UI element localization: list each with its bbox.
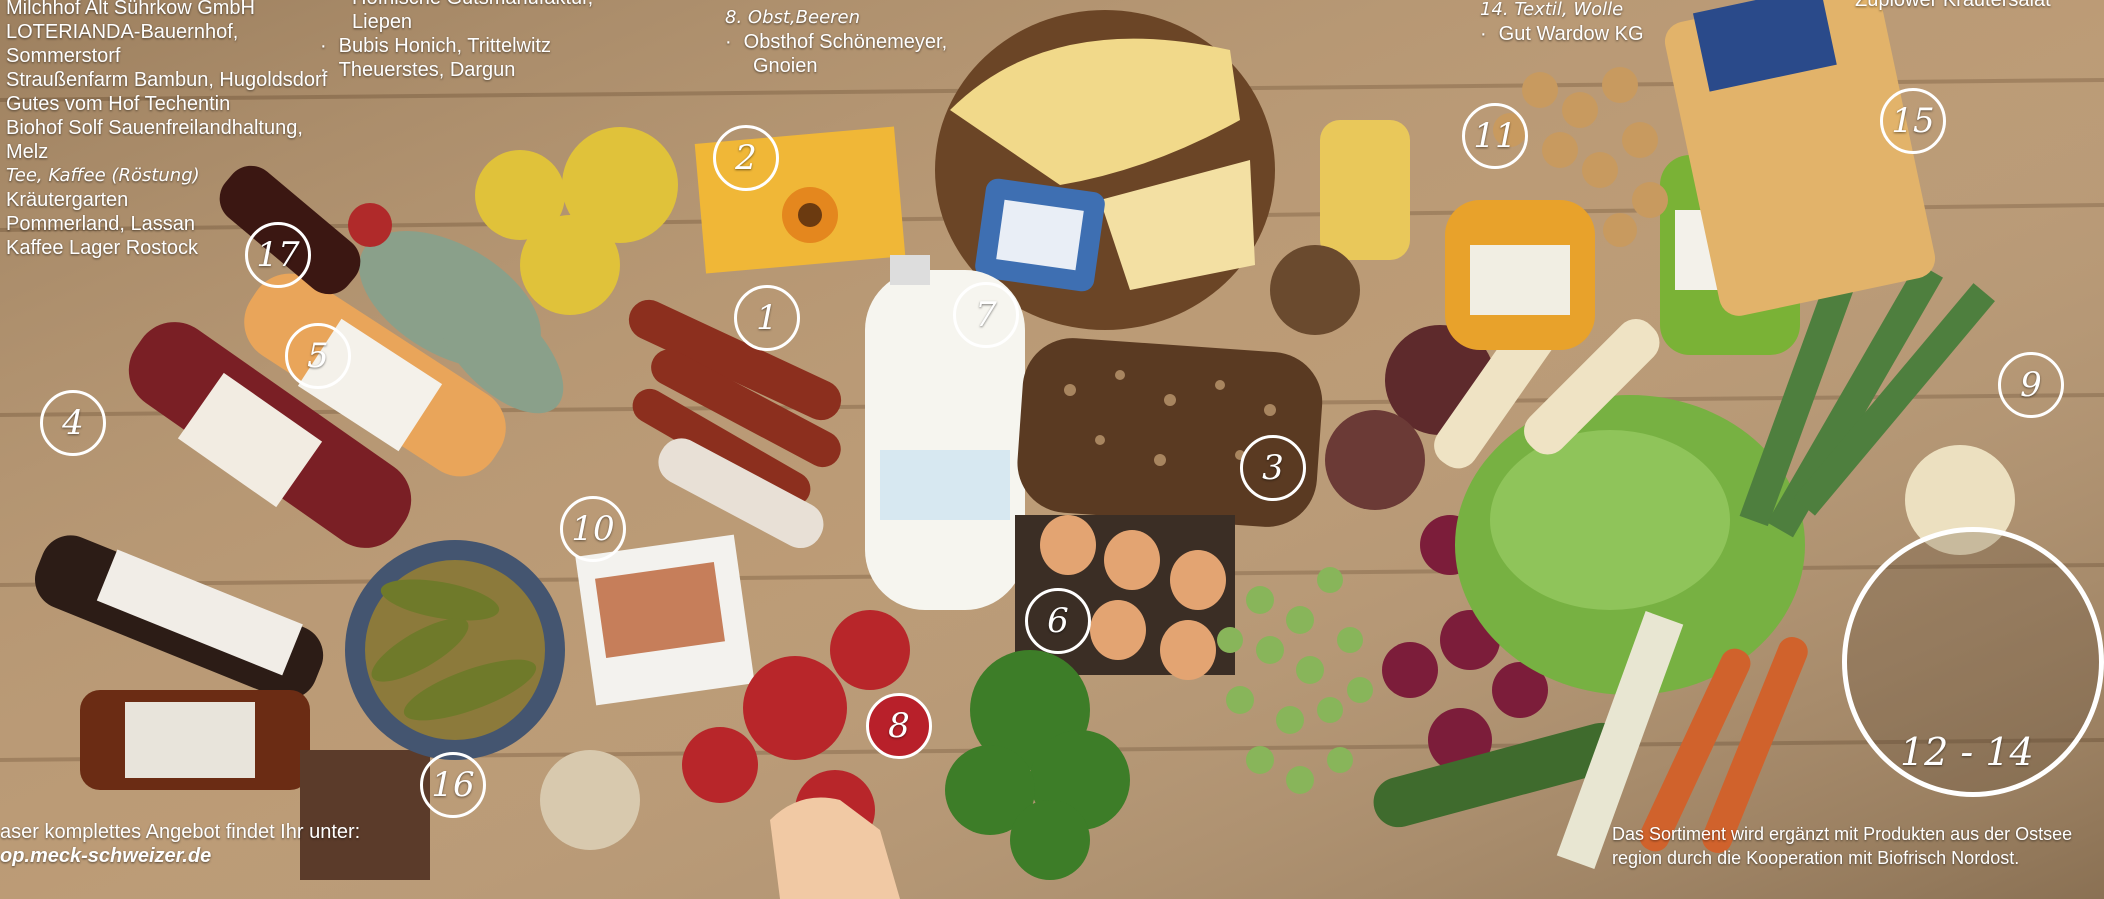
list-item: Straußenfarm Bambun, Hugoldsdorf — [6, 69, 328, 91]
list-item: Gutes vom Hof Techentin — [6, 93, 231, 115]
marker-12-14: 12 - 14 — [1900, 730, 2034, 774]
bread-loaf — [1017, 338, 1323, 527]
shop-link[interactable]: op.meck-schweizer.de — [0, 844, 360, 868]
marker-7: 7 — [953, 282, 1019, 348]
list-item: Gnoien — [753, 55, 818, 77]
marker-16: 16 — [420, 752, 486, 818]
note-line: region durch die Kooperation mit Biofris… — [1612, 848, 2020, 868]
marker-6: 6 — [1025, 588, 1091, 654]
top-middle-list: Hofnische Gutsmanufaktur, Liepen Bubis H… — [320, 0, 594, 82]
marker-8: 8 — [866, 693, 932, 759]
top-right-text: Zuplower Kräutersalat — [1855, 0, 2051, 11]
nut-bowl — [1270, 245, 1360, 335]
bottom-right-note: Das Sortiment wird ergänzt mit Produkten… — [1612, 822, 2072, 870]
list-item: Hofnische Gutsmanufaktur, — [320, 0, 593, 10]
marker-4: 4 — [40, 390, 106, 456]
list-item: Gut Wardow KG — [1480, 22, 1644, 46]
marker-3: 3 — [1240, 435, 1306, 501]
marker-11: 11 — [1462, 103, 1528, 169]
marker-5: 5 — [285, 323, 351, 389]
marker-9: 9 — [1998, 352, 2064, 418]
fruit-heading: 8. Obst,Beeren — [725, 7, 861, 28]
textile-heading: 14. Textil, Wolle — [1480, 0, 1624, 20]
list-item: Biohof Solf Sauenfreilandhaltung, — [6, 117, 303, 139]
marker-10: 10 — [560, 496, 626, 562]
list-item: LOTERIANDA-Bauernhof, — [6, 21, 239, 43]
list-item: Bubis Honich, Trittelwitz — [320, 34, 593, 58]
marker-17: 17 — [245, 222, 311, 288]
list-item: Liepen — [352, 11, 413, 33]
marker-15: 15 — [1880, 88, 1946, 154]
marker-2: 2 — [713, 125, 779, 191]
list-item: Obsthof Schönemeyer, — [725, 30, 947, 54]
marker-1: 1 — [734, 285, 800, 351]
list-item: Theuerstes, Dargun — [320, 58, 593, 82]
list-item: Milchhof Alt Sührkow GmbH — [6, 0, 255, 19]
list-item: Kräutergarten — [6, 189, 129, 211]
kids-jar — [1320, 120, 1410, 260]
offer-text: aser komplettes Angebot findet Ihr unter… — [0, 821, 361, 843]
list-item: Melz — [6, 141, 49, 163]
list-item: Sommerstorf — [6, 45, 121, 67]
left-producer-list: Milchhof Alt Sührkow GmbH LOTERIANDA-Bau… — [6, 0, 327, 260]
spice-jar — [540, 750, 640, 850]
bottom-left-note: aser komplettes Angebot findet Ihr unter… — [0, 820, 360, 868]
note-line: Das Sortiment wird ergänzt mit Produkten… — [1612, 824, 2073, 844]
fruit-list: 8. Obst,Beeren Obsthof Schönemeyer, Gnoi… — [725, 6, 947, 78]
textile-list: 14. Textil, Wolle Gut Wardow KG — [1480, 0, 1644, 46]
tea-heading: Tee, Kaffee (Röstung) — [6, 165, 200, 186]
